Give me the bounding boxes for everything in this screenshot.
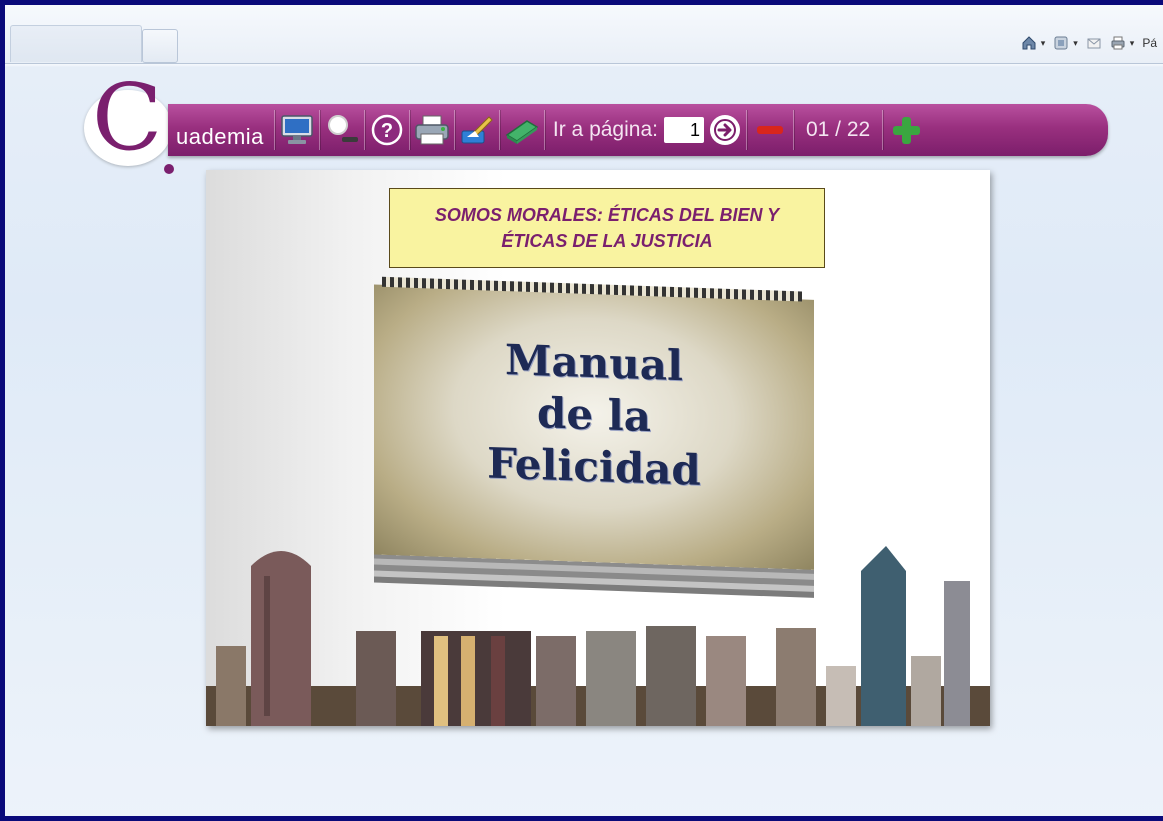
help-icon: ? — [371, 114, 403, 146]
page-title-line1: SOMOS MORALES: ÉTICAS DEL BIEN Y — [434, 205, 780, 225]
previous-page-button[interactable] — [756, 126, 783, 134]
logo-circle: C — [84, 72, 172, 166]
next-page-button[interactable] — [889, 113, 923, 147]
chevron-down-icon[interactable]: ▾ — [1073, 38, 1078, 49]
home-icon — [1022, 36, 1036, 50]
monitor-icon — [281, 115, 313, 144]
clean-icon — [461, 116, 493, 144]
command-tools: ▾ ▾ ▾ Pá — [1021, 31, 1157, 55]
svg-text:?: ? — [381, 120, 393, 142]
chevron-down-icon[interactable]: ▾ — [1041, 38, 1046, 49]
arrow-right-icon — [713, 119, 736, 141]
browser-command-bar: ▾ ▾ ▾ Pá — [5, 5, 1163, 64]
print-icon — [1111, 36, 1125, 50]
go-button[interactable] — [709, 115, 740, 145]
cuademia-logo: C — [84, 72, 176, 174]
search-button[interactable] — [320, 108, 364, 152]
page-menu-label: Pá — [1142, 36, 1157, 50]
help-button[interactable]: ? — [365, 108, 409, 152]
eraser-icon — [505, 120, 539, 144]
page-counter: 01 / 22 — [805, 118, 871, 141]
city-skyline-illustration — [206, 546, 990, 726]
logo-dot — [164, 164, 174, 174]
home-button[interactable]: ▾ — [1021, 35, 1046, 51]
print-icon — [415, 115, 449, 145]
logo-letter-c-icon: C — [92, 64, 163, 171]
browser-tab[interactable] — [10, 25, 142, 62]
divider — [745, 110, 747, 150]
fullscreen-button[interactable] — [275, 108, 319, 152]
new-tab-button[interactable] — [142, 29, 178, 63]
brand-name: uademia — [176, 124, 264, 149]
mail-icon — [1087, 38, 1101, 49]
clean-button[interactable] — [455, 108, 499, 152]
feeds-button[interactable]: ▾ — [1053, 35, 1078, 51]
goto-page-label: Ir a página: — [552, 118, 658, 141]
page-title-line2: ÉTICAS DE LA JUSTICIA — [501, 231, 713, 251]
eraser-button[interactable] — [500, 108, 544, 152]
book-title: Manual de la Felicidad — [374, 329, 814, 500]
page-title-box: SOMOS MORALES: ÉTICAS DEL BIEN Y ÉTICAS … — [389, 188, 825, 268]
page-menu-button[interactable]: Pá — [1142, 36, 1157, 50]
print-page-button[interactable] — [410, 108, 454, 152]
book-page: SOMOS MORALES: ÉTICAS DEL BIEN Y ÉTICAS … — [206, 170, 990, 726]
chevron-down-icon[interactable]: ▾ — [1130, 38, 1135, 49]
divider — [882, 110, 884, 150]
search-icon — [327, 115, 358, 142]
feeds-icon — [1054, 36, 1068, 50]
mail-button[interactable] — [1086, 35, 1102, 51]
print-button[interactable]: ▾ — [1110, 35, 1135, 51]
cuademia-toolbar: uademia ? Ir a página: 1 01 / 22 — [168, 104, 1108, 156]
page-number-input[interactable] — [663, 117, 704, 143]
